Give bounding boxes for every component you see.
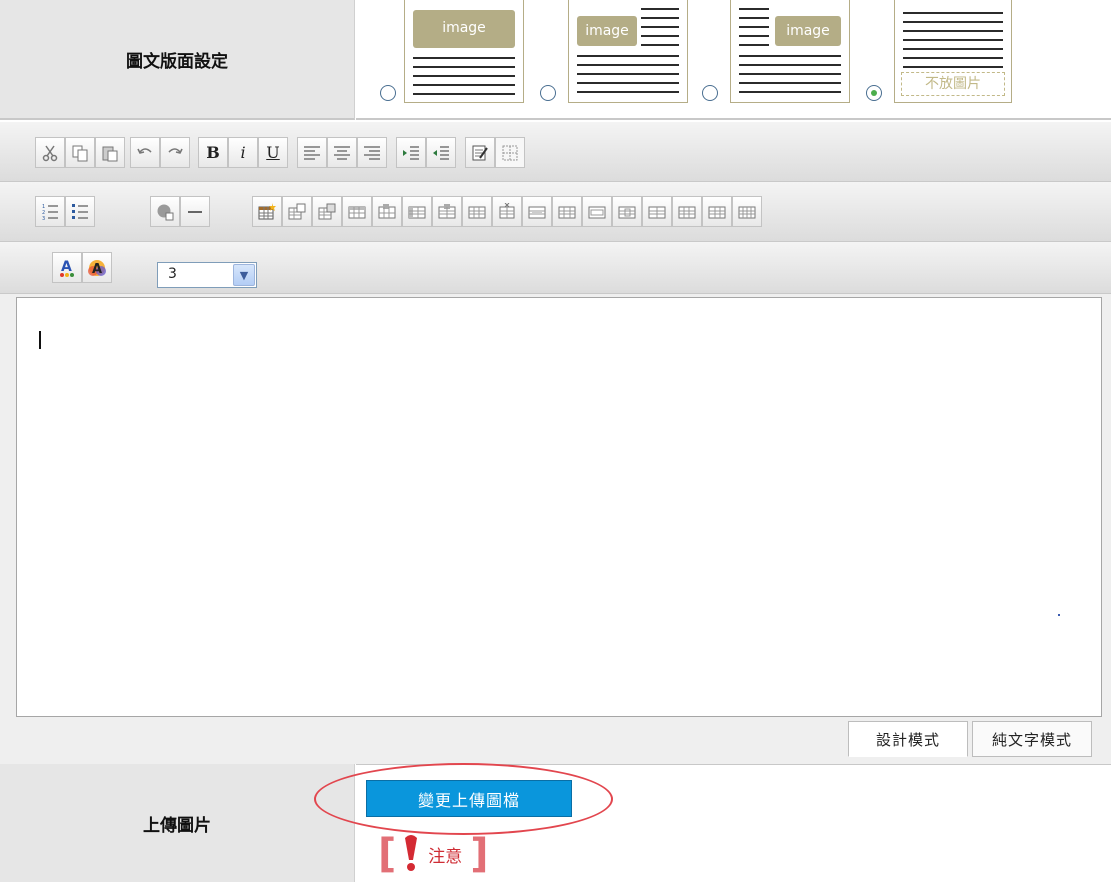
delete-col-icon[interactable] [492,196,522,227]
delete-row-icon[interactable] [462,196,492,227]
image-placeholder: image [577,16,637,46]
text-caret [39,331,41,349]
ordered-list-icon[interactable]: 123 [35,196,65,227]
tab-plain-text-mode[interactable]: 純文字模式 [972,721,1092,757]
horizontal-rule-icon[interactable] [180,196,210,227]
upload-image-row: 上傳圖片 變更上傳圖檔 [ 注意 ] [0,763,1111,882]
undo-icon[interactable] [130,137,160,168]
table-split-col-icon[interactable] [732,196,762,227]
tab-design-mode[interactable]: 設計模式 [848,721,968,757]
insert-row-above-icon[interactable] [342,196,372,227]
table-split-row-icon[interactable] [702,196,732,227]
stray-dot [1058,614,1060,616]
align-center-icon[interactable] [327,137,357,168]
chevron-down-icon[interactable]: ▼ [233,264,255,286]
text-lines [577,55,679,100]
notice-link[interactable]: [ 注意 ] [378,829,489,879]
text-lines [739,55,841,100]
table-col-props-icon[interactable] [612,196,642,227]
insert-link-icon[interactable] [150,196,180,227]
layout-thumb-image-right[interactable]: image [730,0,850,103]
layout-settings-label: 圖文版面設定 [0,0,355,120]
left-bracket: [ [378,831,397,877]
upload-image-label: 上傳圖片 [0,764,355,882]
unordered-list-icon[interactable] [65,196,95,227]
layout-thumb-image-left[interactable]: image [568,0,688,103]
exclamation-icon [405,835,418,871]
editor-content-area[interactable] [16,297,1102,717]
font-color-icon[interactable]: A [52,252,82,283]
merge-cells-icon[interactable] [522,196,552,227]
insert-col-right-icon[interactable] [432,196,462,227]
insert-col-left-icon[interactable] [402,196,432,227]
right-bracket: ] [470,831,489,877]
underline-icon[interactable]: U [258,137,288,168]
outdent-icon[interactable] [426,137,456,168]
copy-icon[interactable] [65,137,95,168]
layout-thumb-image-top[interactable]: image [404,0,524,103]
layout-radio-no-image[interactable] [866,85,882,101]
editor-toolbar-2: 123 [0,182,1111,242]
cut-icon[interactable] [35,137,65,168]
change-upload-image-button[interactable]: 變更上傳圖檔 [366,780,572,817]
indent-icon[interactable] [396,137,426,168]
split-cell-icon[interactable] [552,196,582,227]
highlight-color-icon[interactable]: A [82,252,112,283]
insert-table-icon[interactable] [252,196,282,227]
insert-row-below-icon[interactable] [372,196,402,227]
table-props-icon[interactable] [282,196,312,227]
font-size-select[interactable]: 3 ▼ [157,262,257,288]
image-placeholder: image [775,16,841,46]
font-size-value: 3 [168,266,177,282]
align-right-icon[interactable] [357,137,387,168]
align-left-icon[interactable] [297,137,327,168]
svg-text:3: 3 [42,216,45,221]
svg-text:A: A [61,259,72,275]
layout-settings-row: 圖文版面設定 image image image 不放圖片 [0,0,1111,122]
bold-icon[interactable]: B [198,137,228,168]
layout-radio-image-top[interactable] [380,85,396,101]
editor-toolbar-1: B i U [0,122,1111,182]
table-delete-icon[interactable] [672,196,702,227]
table-cell-align-icon[interactable] [642,196,672,227]
notice-label: 注意 [428,846,463,867]
layout-radio-image-left[interactable] [540,85,556,101]
text-lines [413,57,515,102]
paste-icon[interactable] [95,137,125,168]
image-placeholder: image [413,10,515,48]
layout-options: image image image 不放圖片 [356,0,1111,120]
table-borders-icon[interactable] [495,137,525,168]
layout-radio-image-right[interactable] [702,85,718,101]
rich-text-editor: B i U 123 A A 3 ▼ 設計模式 純文字模式 [0,122,1111,764]
italic-icon[interactable]: i [228,137,258,168]
table-row-props-icon[interactable] [582,196,612,227]
edit-source-icon[interactable] [465,137,495,168]
text-lines-side [641,8,679,53]
svg-text:A: A [92,262,102,277]
text-lines [903,12,1003,75]
layout-thumb-no-image[interactable]: 不放圖片 [894,0,1012,103]
text-lines-side [739,8,769,53]
redo-icon[interactable] [160,137,190,168]
cell-props-icon[interactable] [312,196,342,227]
upload-controls: 變更上傳圖檔 [ 注意 ] [314,763,1111,882]
no-image-label: 不放圖片 [901,72,1005,96]
